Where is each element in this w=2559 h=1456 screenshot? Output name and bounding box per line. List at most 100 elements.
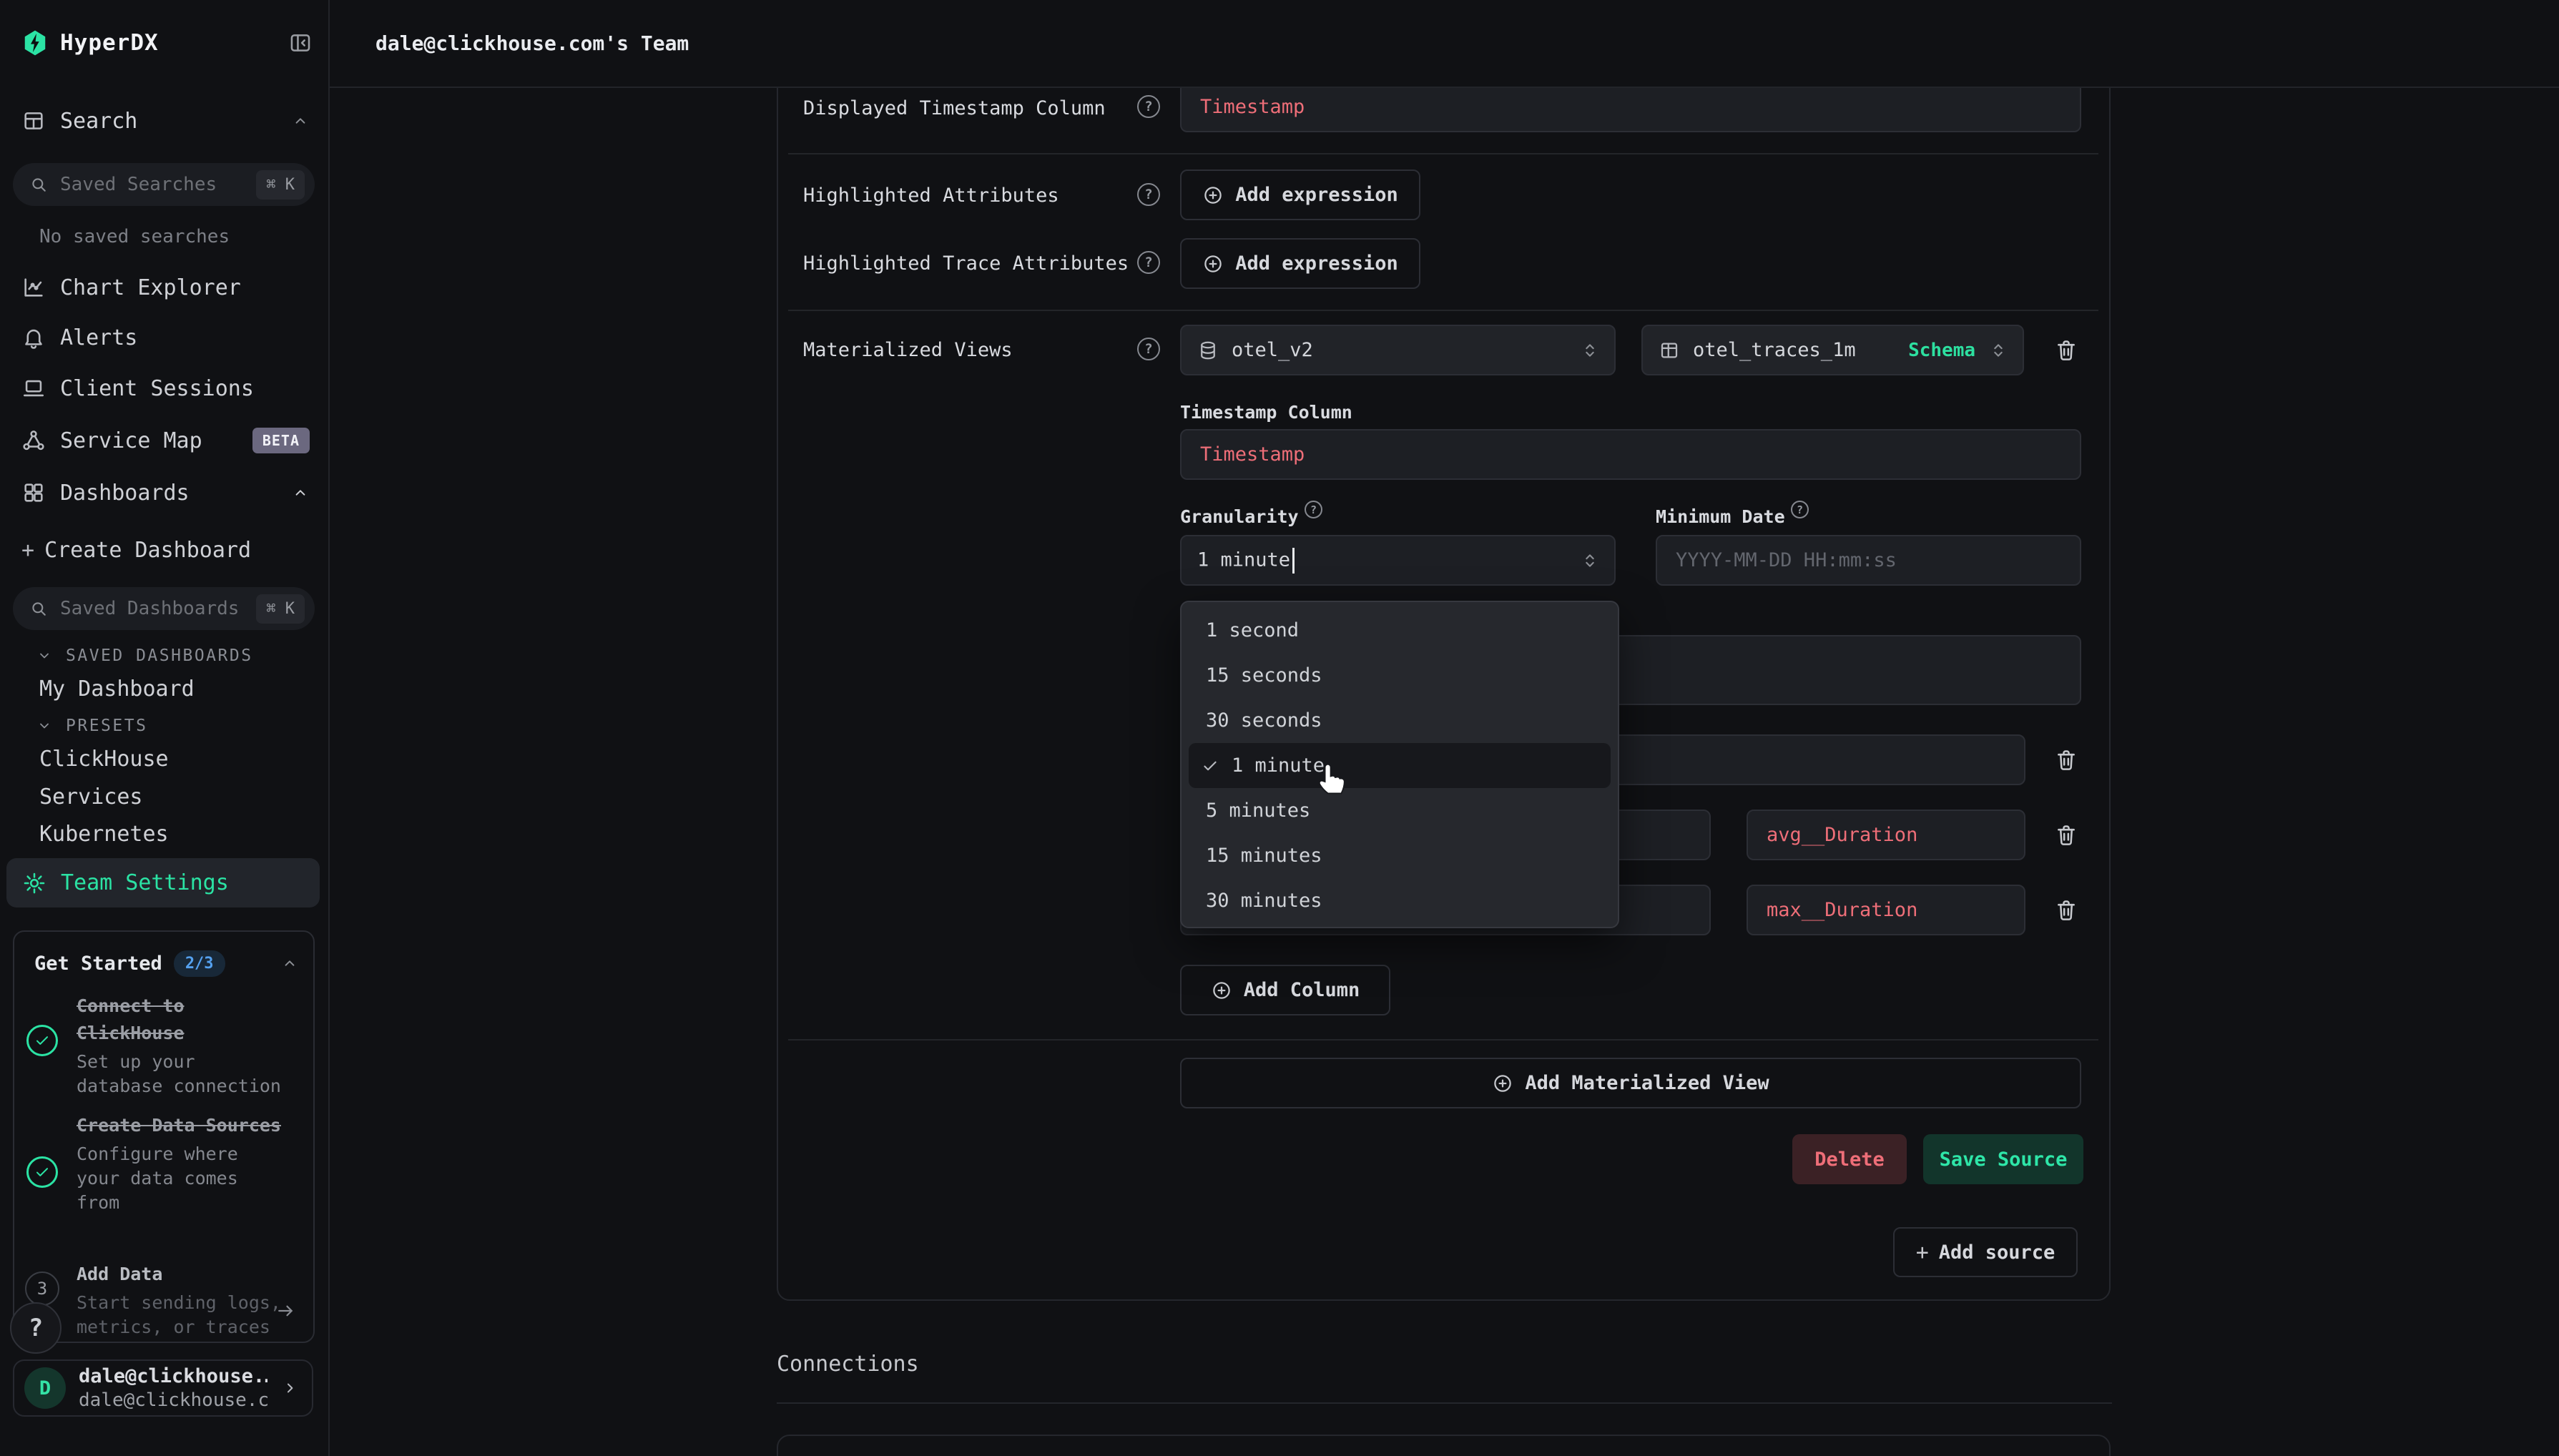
- add-source-label: Add source: [1939, 1241, 2055, 1264]
- timestamp-column-value: Timestamp: [1200, 443, 1305, 466]
- dropdown-option[interactable]: 30 minutes: [1182, 878, 1618, 923]
- step-title: Add Data: [77, 1261, 291, 1288]
- add-column-button[interactable]: Add Column: [1180, 965, 1390, 1015]
- help-circle-icon[interactable]: ?: [1137, 95, 1160, 118]
- delete-column-icon[interactable]: [2054, 748, 2078, 772]
- plus-circle-icon: [1211, 980, 1232, 1001]
- add-expression-button[interactable]: Add expression: [1180, 169, 1420, 220]
- add-expression-label: Add expression: [1235, 184, 1398, 206]
- table-icon: [1659, 340, 1680, 361]
- column-alias-input[interactable]: max__Duration: [1747, 885, 2025, 935]
- help-circle-icon[interactable]: ?: [1305, 501, 1322, 518]
- section-label: PRESETS: [66, 717, 147, 735]
- sidebar-item-kubernetes[interactable]: Kubernetes: [39, 818, 310, 850]
- timestamp-column-input[interactable]: Timestamp: [1180, 429, 2081, 480]
- displayed-timestamp-value: Timestamp: [1200, 96, 1305, 118]
- check-circle-icon: [26, 1156, 58, 1188]
- sidebar-section-dashboards[interactable]: Dashboards: [21, 477, 310, 508]
- dropdown-option-selected[interactable]: 1 minute: [1189, 743, 1611, 788]
- help-button[interactable]: ?: [10, 1302, 62, 1354]
- get-started-title: Get Started: [34, 953, 162, 975]
- help-circle-icon[interactable]: ?: [1137, 338, 1160, 360]
- sidebar-collapse-icon[interactable]: [288, 31, 313, 55]
- help-circle-icon[interactable]: ?: [1137, 183, 1160, 206]
- chevron-updown-icon: [1580, 551, 1600, 571]
- logo-row: HyperDX: [21, 21, 313, 64]
- granularity-select[interactable]: 1 minute: [1180, 535, 1616, 586]
- delete-source-button[interactable]: Delete: [1792, 1134, 1907, 1184]
- dashboards-icon: [21, 481, 46, 505]
- connections-card: [777, 1435, 2111, 1456]
- saved-dashboards-section-header[interactable]: SAVED DASHBOARDS: [36, 641, 310, 670]
- step-number-badge: 3: [25, 1271, 59, 1306]
- sidebar-item-alerts[interactable]: Alerts: [21, 322, 310, 353]
- add-trace-expression-button[interactable]: Add expression: [1180, 238, 1420, 289]
- sidebar-item-label: Dashboards: [60, 481, 190, 506]
- user-menu[interactable]: D dale@clickhouse.… dale@clickhouse.c…: [13, 1359, 313, 1417]
- hyperdx-logo-icon: [21, 29, 49, 56]
- saved-searches-placeholder: Saved Searches: [60, 174, 245, 195]
- database-select[interactable]: otel_v2: [1180, 325, 1616, 375]
- displayed-timestamp-input[interactable]: Timestamp: [1180, 82, 2081, 132]
- dropdown-option[interactable]: 15 minutes: [1182, 833, 1618, 878]
- search-icon: [29, 174, 49, 195]
- save-source-button[interactable]: Save Source: [1923, 1134, 2083, 1184]
- create-dashboard-button[interactable]: + Create Dashboard: [21, 534, 310, 566]
- sidebar-section-search[interactable]: Search: [21, 105, 310, 137]
- sidebar-item-team-settings[interactable]: Team Settings: [6, 858, 320, 907]
- avatar: D: [24, 1367, 66, 1409]
- sidebar-item-my-dashboard[interactable]: My Dashboard: [39, 673, 310, 704]
- sidebar-item-client-sessions[interactable]: Client Sessions: [21, 373, 310, 404]
- minimum-date-input[interactable]: YYYY-MM-DD HH:mm:ss: [1656, 535, 2081, 586]
- mouse-cursor-hand: [1312, 754, 1354, 796]
- table-select[interactable]: otel_traces_1m Schema: [1641, 325, 2024, 375]
- plus-icon: +: [1916, 1240, 1929, 1265]
- step-text: Connect to ClickHouse Set up your databa…: [77, 993, 291, 1098]
- add-expression-label: Add expression: [1235, 252, 1398, 275]
- chevron-down-icon: [36, 717, 53, 734]
- team-title: dale@clickhouse.com's Team: [375, 31, 689, 55]
- get-started-step-2[interactable]: Create Data Sources Configure where your…: [14, 1112, 313, 1248]
- timestamp-column-label: Timestamp Column: [1180, 402, 1352, 423]
- sidebar-item-service-map[interactable]: Service Map BETA: [21, 425, 310, 456]
- sidebar-item-clickhouse[interactable]: ClickHouse: [39, 743, 310, 774]
- app-title: HyperDX: [60, 30, 159, 56]
- sidebar-item-label: Service Map: [60, 428, 202, 453]
- presets-section-header[interactable]: PRESETS: [36, 712, 310, 740]
- step-desc: Start sending logs, metrics, or traces: [77, 1291, 291, 1339]
- saved-dashboards-input[interactable]: Saved Dashboards ⌘ K: [13, 587, 315, 630]
- help-circle-icon[interactable]: ?: [1791, 501, 1809, 518]
- saved-dashboards-placeholder: Saved Dashboards: [60, 598, 245, 619]
- get-started-header[interactable]: Get Started 2/3: [34, 948, 299, 979]
- user-name: dale@clickhouse.…: [79, 1365, 267, 1387]
- dropdown-option[interactable]: 30 seconds: [1182, 698, 1618, 743]
- sidebar-item-chart-explorer[interactable]: Chart Explorer: [21, 272, 310, 303]
- text-caret: [1292, 548, 1295, 574]
- sidebar: HyperDX Search Saved Searches ⌘ K No sav…: [0, 0, 330, 1456]
- chevron-right-icon: [280, 1378, 299, 1398]
- preset-label: Services: [39, 784, 143, 810]
- plus-circle-icon: [1492, 1073, 1513, 1094]
- chevron-updown-icon: [1988, 340, 2008, 360]
- chevron-up-icon: [280, 954, 299, 973]
- chevron-up-icon: [291, 112, 310, 130]
- saved-searches-input[interactable]: Saved Searches ⌘ K: [13, 163, 315, 206]
- step-title: Connect to ClickHouse: [77, 993, 291, 1047]
- delete-materialized-view-icon[interactable]: [2054, 338, 2078, 363]
- get-started-step-1[interactable]: Connect to ClickHouse Set up your databa…: [14, 993, 313, 1107]
- help-circle-icon[interactable]: ?: [1137, 251, 1160, 274]
- bell-icon: [21, 325, 46, 350]
- step-desc: Configure where your data comes from: [77, 1142, 291, 1215]
- sidebar-item-services[interactable]: Services: [39, 781, 310, 812]
- column-alias-input[interactable]: avg__Duration: [1747, 810, 2025, 860]
- dropdown-option[interactable]: 15 seconds: [1182, 653, 1618, 698]
- shortcut-badge: ⌘ K: [256, 170, 305, 200]
- schema-badge[interactable]: Schema: [1908, 340, 1975, 361]
- delete-column-icon[interactable]: [2054, 898, 2078, 923]
- add-source-button[interactable]: + Add source: [1893, 1227, 2078, 1277]
- sidebar-section-label: Search: [60, 109, 137, 134]
- delete-column-icon[interactable]: [2054, 823, 2078, 847]
- dropdown-option[interactable]: 5 minutes: [1182, 788, 1618, 833]
- dropdown-option[interactable]: 1 second: [1182, 608, 1618, 653]
- add-materialized-view-button[interactable]: Add Materialized View: [1180, 1058, 2081, 1108]
